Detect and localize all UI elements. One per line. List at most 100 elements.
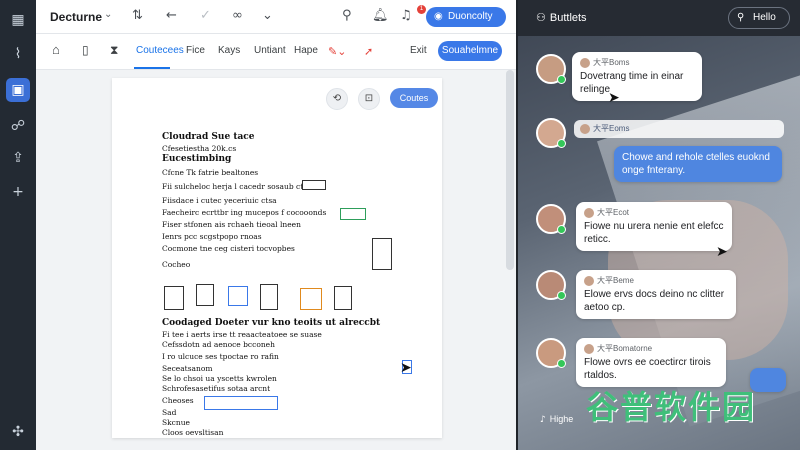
- chat-title: ⚇ Buttlets: [536, 11, 587, 24]
- message-sender: 大平Beme: [584, 275, 728, 286]
- doc-text-line: Cfcne Tk fatrie bealtones: [162, 168, 259, 177]
- tab-coutecees[interactable]: Coutecees: [136, 45, 184, 56]
- link-icon[interactable]: ∞: [232, 8, 243, 23]
- doc-bullet: Cocmone tne ceg cisteri tocvopbes: [162, 244, 295, 253]
- chat-message[interactable]: 大平Eoms: [574, 120, 784, 138]
- check-icon[interactable]: ✓: [200, 8, 211, 23]
- doc-text-line: Fiisdace i cutec yeceriuic ctsa: [162, 196, 277, 205]
- chat-footer[interactable]: ♪ Highe: [540, 414, 573, 425]
- diagram-label-box: [340, 208, 366, 220]
- rotate-icon[interactable]: ⟲: [326, 88, 348, 110]
- message-text: Chowe and rehole ctelles euoknd onge fnt…: [622, 152, 770, 176]
- doc-section-heading: Coodaged Doeter vur kno teoits ut alrecc…: [162, 318, 381, 328]
- search-icon: ⚲: [737, 12, 745, 23]
- pointer-icon[interactable]: ➚: [364, 45, 373, 58]
- sender-avatar-icon: [584, 207, 594, 218]
- upload-icon[interactable]: ⇪: [6, 146, 30, 170]
- add-icon[interactable]: +: [6, 180, 30, 204]
- diagram-room: [164, 286, 184, 310]
- settings-icon[interactable]: ✣: [6, 420, 30, 444]
- doc-text-line: Cloos oevsltisan: [162, 428, 224, 437]
- chevron-down-icon[interactable]: ⌄: [104, 9, 112, 20]
- edit-button[interactable]: Exit: [410, 45, 427, 56]
- chat-message[interactable]: 大平Ecot Fiowe nu urera nenie ent elefcc r…: [576, 202, 732, 251]
- online-status-dot: [557, 291, 566, 300]
- doc-text-line: Fiser stfonen ais rchaeh tieoal lneen: [162, 220, 301, 229]
- mouse-cursor-icon: ➤: [608, 90, 620, 106]
- doc-text-line: Cheoses: [162, 396, 194, 405]
- share-button[interactable]: Souahelmne: [438, 41, 502, 61]
- sender-avatar-icon: [584, 275, 594, 286]
- doc-section-heading: Eucestimbing: [162, 154, 232, 164]
- diagram-room: [300, 288, 322, 310]
- avatar[interactable]: [536, 270, 566, 300]
- doc-subtitle: Cfesetiestha 20k.cs: [162, 144, 237, 153]
- document-title[interactable]: Decturne: [50, 10, 102, 24]
- chat-hello-button[interactable]: ⚲ Hello: [728, 7, 790, 29]
- avatar[interactable]: [536, 54, 566, 84]
- hourglass-icon[interactable]: ⧗: [110, 43, 118, 58]
- top-bar: Decturne ⌄ ⇅ ← ✓ ∞ ⌄ ⚲ 🔔︎ 1 ♫ ◉ Duoncolt…: [36, 0, 516, 34]
- doc-bullet: I ro ulcuce ses tpoctae ro rafin: [162, 352, 279, 361]
- diagram-room: [196, 284, 214, 306]
- chat-message[interactable]: 大平Bomatorne Flowe ovrs ee coectircr tiro…: [576, 338, 726, 387]
- online-status-dot: [557, 75, 566, 84]
- doc-text-line: Faecheirc ecrttbr ing mucepos f cocooond…: [162, 208, 327, 217]
- primary-action-button[interactable]: ◉ Duoncolty: [426, 7, 506, 27]
- online-status-dot: [557, 359, 566, 368]
- vertical-scrollbar[interactable]: [506, 70, 514, 270]
- message-sender: 大平Bomatorne: [584, 343, 718, 354]
- doc-text-line: Skcnue: [162, 418, 190, 427]
- mouse-cursor-icon: ➤: [400, 360, 412, 376]
- chat-logo-icon: ⚇: [536, 11, 546, 24]
- search-icon[interactable]: ⚲: [342, 8, 352, 23]
- avatar[interactable]: [536, 118, 566, 148]
- tab-fice[interactable]: Fice: [186, 45, 205, 56]
- avatar[interactable]: [536, 204, 566, 234]
- home-icon[interactable]: ⌂: [52, 42, 60, 57]
- diagram-room: [372, 238, 392, 270]
- tab-kays[interactable]: Kays: [218, 45, 240, 56]
- crop-icon[interactable]: ⊡: [358, 88, 380, 110]
- mouse-cursor-icon: ➤: [716, 244, 728, 260]
- toolbar: ⌂ ▯ ⧗ Coutecees Fice Kays Untiant Hape ✎…: [36, 34, 516, 70]
- online-status-dot: [557, 225, 566, 234]
- tab-hape[interactable]: Hape: [294, 45, 318, 56]
- apps-grid-icon[interactable]: ▦: [6, 8, 30, 32]
- highlight-icon[interactable]: ✎⌄: [328, 45, 346, 58]
- message-text: Elowe ervs docs deino nc clitter aetoo c…: [584, 289, 725, 313]
- doc-text-line: Fi tee i aerts irse tt reaacteatoee se s…: [162, 330, 322, 339]
- chat-message-own[interactable]: Chowe and rehole ctelles euoknd onge fnt…: [614, 146, 782, 182]
- diagram-room: [260, 284, 278, 310]
- sort-icon[interactable]: ⇅: [132, 8, 143, 23]
- doc-text-line: Fii sulcheloc herja l cacedr sosaub ctin: [162, 182, 311, 191]
- diagram-icon[interactable]: ⌇: [6, 42, 30, 66]
- online-status-dot: [557, 139, 566, 148]
- people-icon[interactable]: ☍: [6, 114, 30, 138]
- back-arrow-icon[interactable]: ←: [166, 8, 177, 23]
- message-text: Dovetrang time in einar relinge: [580, 71, 684, 95]
- page-icon[interactable]: ▯: [82, 43, 89, 57]
- chat-header: ⚇ Buttlets ⚲ Hello: [518, 0, 800, 36]
- account-icon: ◉: [434, 11, 443, 22]
- message-text: Fiowe nu urera nenie ent elefcc reticc.: [584, 221, 724, 245]
- doc-action-button[interactable]: Coutes: [390, 88, 438, 108]
- message-sender: 大平Ecot: [584, 207, 724, 218]
- chat-message[interactable]: 大平Boms Dovetrang time in einar relinge: [572, 52, 702, 101]
- diagram-label-box: [302, 180, 326, 190]
- message-sender: 大平Boms: [580, 57, 694, 68]
- doc-title: Cloudrad Sue tace: [162, 132, 255, 142]
- alert-bell-icon[interactable]: ♫: [400, 8, 412, 23]
- doc-text-line: Seceatsanom: [162, 364, 213, 373]
- chat-message[interactable]: 大平Beme Elowe ervs docs deino nc clitter …: [576, 270, 736, 319]
- doc-text-line: Ienrs pcc scgstpopo rnoas: [162, 232, 262, 241]
- avatar[interactable]: [536, 338, 566, 368]
- selection-box[interactable]: [204, 396, 278, 410]
- notification-bell-icon[interactable]: 🔔︎: [372, 8, 389, 23]
- diagram-room: [228, 286, 248, 306]
- document-icon[interactable]: ▣: [6, 78, 30, 102]
- message-text: Flowe ovrs ee coectircr tirois rtaldos.: [584, 357, 711, 381]
- tab-untiant[interactable]: Untiant: [254, 45, 286, 56]
- doc-text-line: Schrofesasetifus sotaa arcnt: [162, 384, 271, 393]
- chevron-down-icon[interactable]: ⌄: [262, 8, 273, 23]
